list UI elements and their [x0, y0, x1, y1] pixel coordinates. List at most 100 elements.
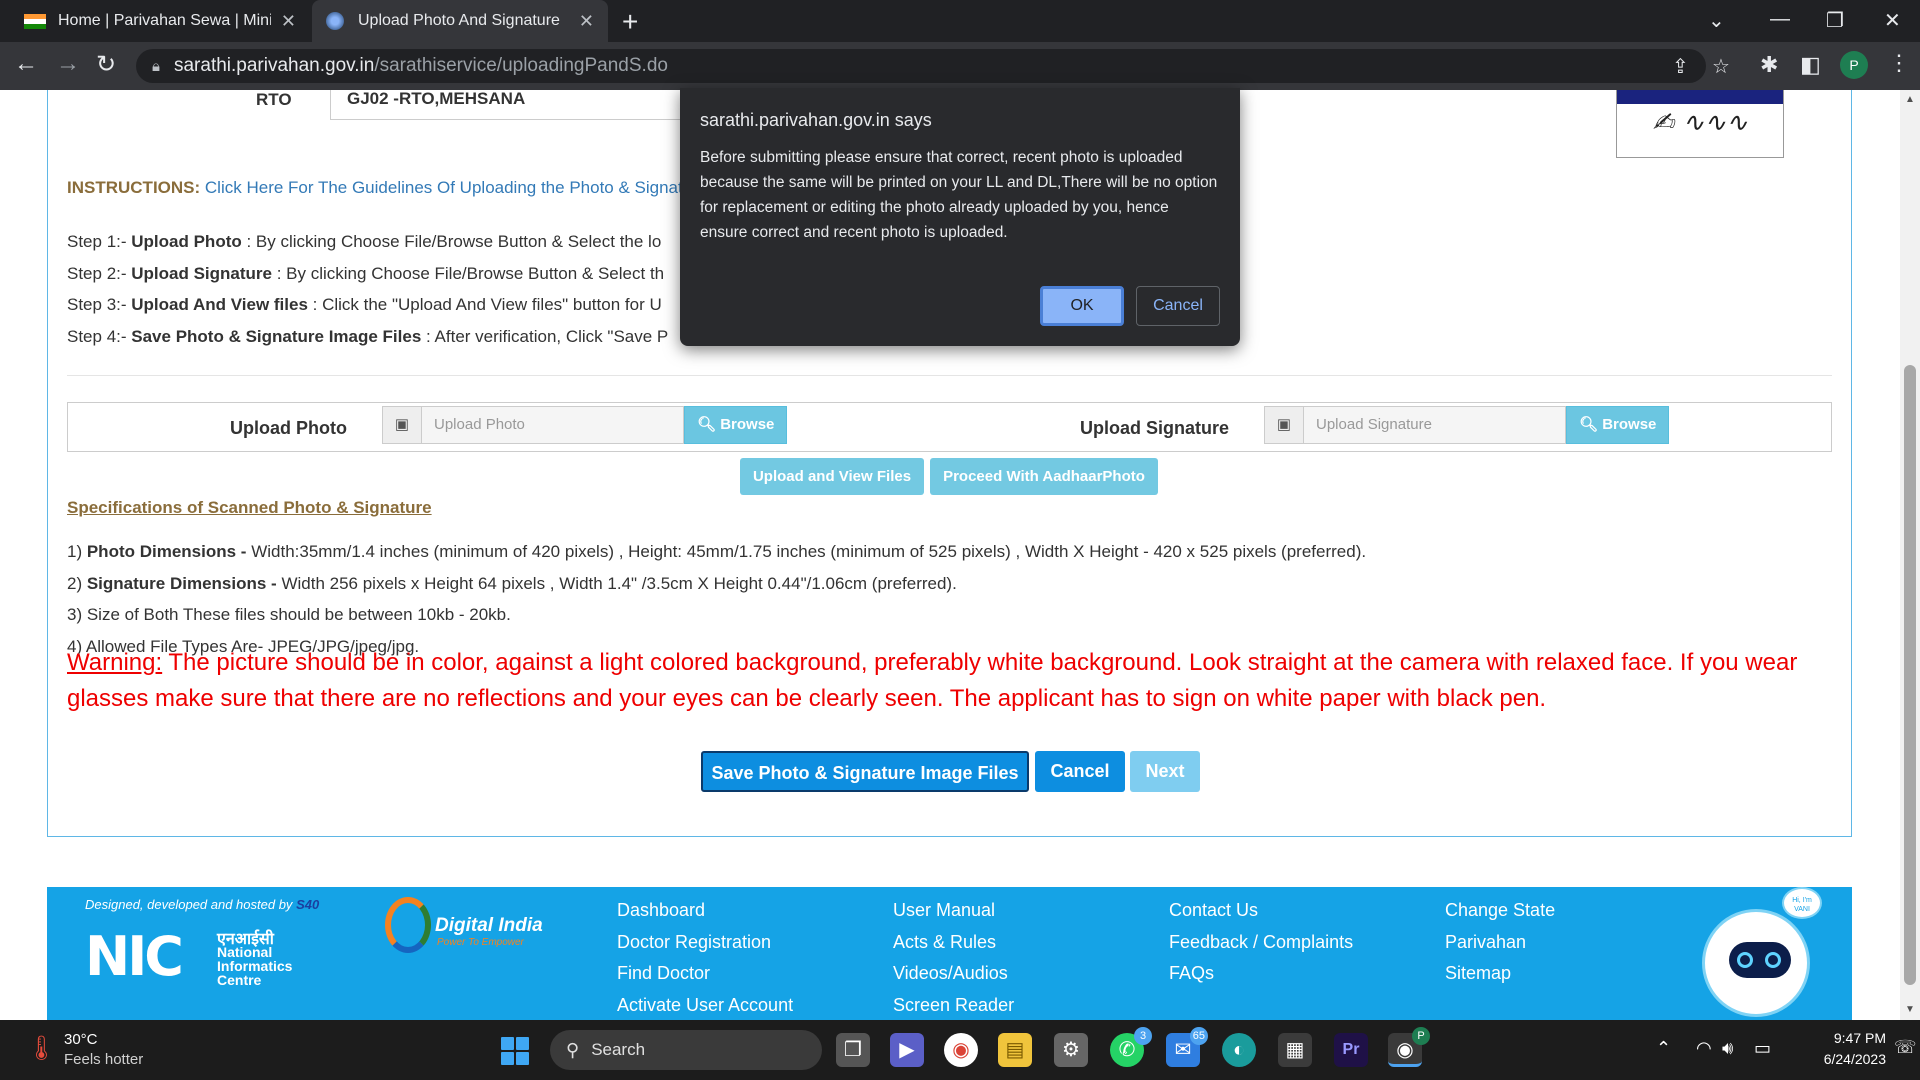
footer-link-change-state[interactable]: Change State: [1445, 895, 1555, 927]
extensions-puzzle-icon[interactable]: ✱: [1760, 52, 1778, 78]
notification-bell-icon[interactable]: ☏: [1894, 1037, 1917, 1058]
upload-row: Upload Photo ▣ Upload Photo 🔍︎ Browse Up…: [67, 402, 1832, 452]
mail-icon[interactable]: ✉ 65: [1166, 1027, 1208, 1067]
task-view-icon[interactable]: ❐: [836, 1033, 870, 1067]
search-icon: 🔍︎: [1579, 416, 1599, 433]
mail-badge: 65: [1189, 1027, 1208, 1045]
new-tab-plus-icon[interactable]: +: [622, 6, 638, 38]
minimize-icon[interactable]: —: [1770, 8, 1790, 31]
footer-link-dashboard[interactable]: Dashboard: [617, 895, 793, 927]
step-title: Save Photo & Signature Image Files: [131, 326, 422, 346]
footer-link-acts-rules[interactable]: Acts & Rules: [893, 927, 1014, 959]
site-footer: Designed, developed and hosted by S40 NI…: [47, 887, 1852, 1020]
footer-link-parivahan[interactable]: Parivahan: [1445, 927, 1555, 959]
photo-browse-button[interactable]: 🔍︎ Browse: [684, 406, 788, 444]
footer-link-faqs[interactable]: FAQs: [1169, 958, 1353, 990]
url-host: sarathi.parivahan.gov.in: [173, 55, 375, 76]
microsoft-store-icon[interactable]: ▦: [1278, 1033, 1312, 1067]
page-scrollbar[interactable]: ▲ ▼: [1900, 90, 1920, 1020]
wifi-icon[interactable]: ◠: [1696, 1038, 1712, 1059]
chrome-profile-icon[interactable]: ◉ P: [1388, 1027, 1430, 1067]
tray-chevron-icon[interactable]: ⌃: [1656, 1038, 1671, 1059]
scroll-down-icon[interactable]: ▼: [1905, 1004, 1915, 1015]
side-panel-icon[interactable]: ◧: [1800, 52, 1821, 78]
photo-file-input[interactable]: Upload Photo: [422, 406, 684, 444]
taskbar-search[interactable]: ⚲ Search: [550, 1030, 822, 1070]
next-button[interactable]: Next: [1130, 751, 1200, 792]
url-path: /sarathiservice/uploadingPandS.do: [374, 55, 668, 76]
footer-link-user-manual[interactable]: User Manual: [893, 895, 1014, 927]
lock-icon[interactable]: 🔒︎: [152, 58, 160, 75]
weather-description[interactable]: Feels hotter: [64, 1051, 143, 1068]
chrome-icon[interactable]: ◉: [944, 1033, 978, 1067]
signature-input-group: ▣ Upload Signature 🔍︎ Browse: [1264, 406, 1670, 444]
edge-icon[interactable]: ◐: [1222, 1033, 1256, 1067]
forward-arrow-icon[interactable]: →: [56, 50, 80, 78]
whatsapp-icon[interactable]: ✆ 3: [1110, 1027, 1152, 1067]
footer-link-activate-account[interactable]: Activate User Account: [617, 990, 793, 1021]
volume-icon[interactable]: 🔊︎: [1722, 1038, 1733, 1059]
close-icon[interactable]: ✕: [281, 11, 296, 32]
spec-text: Size of Both These files should be betwe…: [86, 605, 511, 624]
tab-search-chevron-icon[interactable]: ⌄: [1708, 8, 1725, 33]
clock-time[interactable]: 9:47 PM: [1810, 1030, 1886, 1046]
footer-link-feedback[interactable]: Feedback / Complaints: [1169, 927, 1353, 959]
close-icon[interactable]: ✕: [579, 11, 594, 32]
teams-meet-icon[interactable]: ▶: [890, 1033, 924, 1067]
signature-browse-button[interactable]: 🔍︎ Browse: [1566, 406, 1670, 444]
chatbot-launcher[interactable]: Hi, I'm VANI: [1692, 887, 1822, 1017]
warning-text: The picture should be in color, against …: [67, 649, 1798, 712]
footer-link-videos-audios[interactable]: Videos/Audios: [893, 958, 1014, 990]
divider: [67, 375, 1832, 376]
footer-link-screen-reader[interactable]: Screen Reader: [893, 990, 1014, 1021]
proceed-aadhaar-button[interactable]: Proceed With AadhaarPhoto: [930, 458, 1158, 495]
scroll-thumb[interactable]: [1904, 365, 1916, 985]
step-title: Upload And View files: [131, 295, 308, 314]
dialog-cancel-button[interactable]: Cancel: [1136, 286, 1220, 326]
restore-icon[interactable]: ❐: [1826, 8, 1844, 33]
dialog-ok-button[interactable]: OK: [1040, 286, 1124, 326]
windows-start-icon[interactable]: [501, 1037, 529, 1065]
signature-image: ✍︎ ∿∿∿: [1652, 108, 1748, 138]
digital-india-tagline: Power To Empower: [437, 937, 524, 948]
signature-file-input[interactable]: Upload Signature: [1304, 406, 1566, 444]
site-favicon-icon: [326, 12, 344, 30]
address-bar[interactable]: 🔒︎ sarathi.parivahan.gov.in /sarathiserv…: [136, 49, 1706, 83]
more-menu-icon[interactable]: ⋮: [1888, 50, 1910, 76]
save-photo-signature-button[interactable]: Save Photo & Signature Image Files: [701, 751, 1029, 792]
share-icon[interactable]: ⇪: [1672, 54, 1689, 79]
bookmark-star-icon[interactable]: ☆: [1712, 54, 1730, 79]
tab-home-parivahan[interactable]: Home | Parivahan Sewa | Ministry of Road…: [10, 0, 310, 42]
premiere-pro-icon[interactable]: Pr: [1334, 1033, 1368, 1067]
footer-link-contact-us[interactable]: Contact Us: [1169, 895, 1353, 927]
step-item: Step 3:- Upload And View files : Click t…: [67, 289, 668, 321]
thermometer-icon[interactable]: 🌡︎: [26, 1034, 56, 1063]
step-text: : After verification, Click "Save P: [421, 326, 669, 346]
image-icon: ▣: [382, 406, 422, 444]
weather-temperature[interactable]: 30°C: [64, 1031, 98, 1048]
tab-upload-photo[interactable]: Upload Photo And Signature ✕: [312, 0, 608, 42]
window-close-icon[interactable]: ✕: [1884, 8, 1901, 33]
clock-date[interactable]: 6/24/2023: [1796, 1051, 1886, 1067]
footer-link-find-doctor[interactable]: Find Doctor: [617, 958, 793, 990]
scroll-up-icon[interactable]: ▲: [1905, 94, 1915, 105]
guidelines-link[interactable]: Click Here For The Guidelines Of Uploadi…: [205, 178, 707, 197]
step-prefix: Step 3:-: [67, 295, 132, 314]
nic-name-line: National: [217, 944, 273, 960]
cancel-button[interactable]: Cancel: [1035, 751, 1125, 792]
tab-title: Upload Photo And Signature: [358, 12, 560, 29]
nic-name-line: Centre: [217, 972, 262, 988]
reload-icon[interactable]: ↻: [96, 50, 116, 79]
settings-gear-icon[interactable]: ⚙: [1054, 1033, 1088, 1067]
footer-link-doctor-registration[interactable]: Doctor Registration: [617, 927, 793, 959]
spec-prefix: 3): [67, 605, 87, 624]
battery-icon[interactable]: ▭: [1754, 1038, 1771, 1059]
file-explorer-icon[interactable]: ▤: [998, 1033, 1032, 1067]
profile-avatar[interactable]: P: [1840, 51, 1868, 79]
robot-face-icon: [1729, 942, 1791, 978]
nic-name: National Informatics Centre: [217, 945, 292, 987]
back-arrow-icon[interactable]: ←: [14, 50, 38, 78]
footer-link-sitemap[interactable]: Sitemap: [1445, 958, 1555, 990]
upload-view-files-button[interactable]: Upload and View Files: [740, 458, 924, 495]
footer-links-col4: Change State Parivahan Sitemap: [1445, 895, 1555, 990]
